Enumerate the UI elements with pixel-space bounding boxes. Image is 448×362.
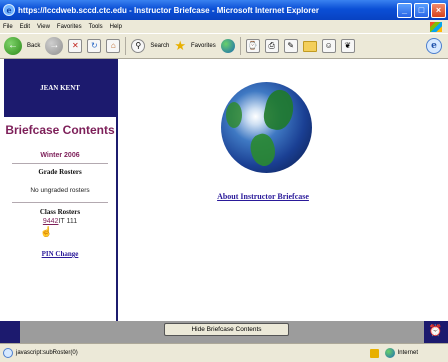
window-title: https://lccdweb.sccd.ctc.edu - Instructo… [18, 5, 319, 15]
class-roster-course: IT 111 [58, 218, 78, 225]
status-text: javascript:subRoster(0) [16, 350, 78, 356]
refresh-icon[interactable]: ↻ [87, 39, 102, 53]
menu-favorites[interactable]: Favorites [57, 24, 82, 30]
menu-tools[interactable]: Tools [89, 24, 103, 30]
status-bar: javascript:subRoster(0) Internet [0, 343, 448, 362]
toolbar-separator [239, 37, 241, 55]
search-icon[interactable]: ⚲ [131, 39, 146, 53]
menu-bar: File Edit View Favorites Tools Help [0, 20, 448, 33]
user-name-banner: JEAN KENT [4, 59, 116, 117]
ie-throbber-icon: e [426, 38, 442, 54]
ie-icon: e [3, 4, 15, 16]
grade-rosters-heading: Grade Rosters [38, 168, 82, 176]
home-icon[interactable]: ⌂ [106, 39, 121, 53]
minimize-button[interactable]: _ [397, 2, 412, 18]
clock-icon: ⏰ [427, 323, 444, 340]
favorites-button-label[interactable]: Favorites [191, 43, 216, 49]
class-roster-item: 9442IT 111 [4, 218, 116, 225]
bottom-frame: Hide Briefcase Contents ⏰ [0, 321, 448, 343]
forward-arrow-icon[interactable]: → [45, 37, 64, 55]
term-label: Winter 2006 [40, 152, 80, 159]
windows-logo-icon [430, 21, 442, 32]
menu-view[interactable]: View [37, 24, 50, 30]
research-icon[interactable]: ❦ [340, 39, 355, 53]
menu-file[interactable]: File [3, 24, 13, 30]
menu-help[interactable]: Help [110, 24, 122, 30]
close-button[interactable]: × [431, 2, 446, 18]
toolbar-separator [125, 37, 127, 55]
media-icon[interactable] [220, 39, 235, 53]
back-arrow-icon[interactable]: ← [4, 37, 22, 55]
class-roster-link[interactable]: 9442 [43, 218, 59, 225]
globe-image [221, 82, 312, 173]
briefcase-sidebar: JEAN KENT Briefcase Contents Winter 2006… [4, 59, 118, 321]
favorites-star-icon[interactable]: ★ [174, 38, 186, 54]
folder-icon[interactable] [302, 40, 317, 52]
back-button-label[interactable]: Back [27, 43, 40, 49]
edit-icon[interactable]: ✎ [283, 39, 298, 53]
stop-icon[interactable]: ✕ [68, 39, 83, 53]
printer-icon[interactable]: ⎙ [264, 39, 279, 53]
history-icon[interactable]: ⌚ [245, 39, 260, 53]
page-content: JEAN KENT Briefcase Contents Winter 2006… [0, 59, 448, 321]
divider [12, 202, 108, 203]
lock-icon [369, 348, 379, 358]
internet-zone-icon [384, 348, 395, 358]
hand-cursor-icon: ☝ [40, 227, 53, 238]
search-button-label[interactable]: Search [150, 43, 169, 49]
messenger-icon[interactable]: ☺ [321, 39, 336, 53]
briefcase-title: Briefcase Contents [5, 123, 115, 137]
menu-edit[interactable]: Edit [20, 24, 30, 30]
user-name: JEAN KENT [40, 84, 80, 92]
class-rosters-heading: Class Rosters [39, 208, 81, 216]
divider [12, 163, 108, 164]
page-icon [3, 348, 13, 358]
pin-change-link[interactable]: PIN Change [4, 250, 116, 258]
maximize-button[interactable]: □ [414, 2, 429, 18]
toolbar: ← Back → ✕ ↻ ⌂ ⚲ Search ★ Favorites ⌚ ⎙ … [0, 33, 448, 59]
about-briefcase-link[interactable]: About Instructor Briefcase [178, 192, 348, 201]
window-title-bar: e https://lccdweb.sccd.ctc.edu - Instruc… [0, 0, 448, 20]
grade-rosters-message: No ungraded rosters [30, 187, 90, 194]
hide-briefcase-button[interactable]: Hide Briefcase Contents [164, 323, 289, 336]
security-zone-label: Internet [397, 350, 418, 356]
